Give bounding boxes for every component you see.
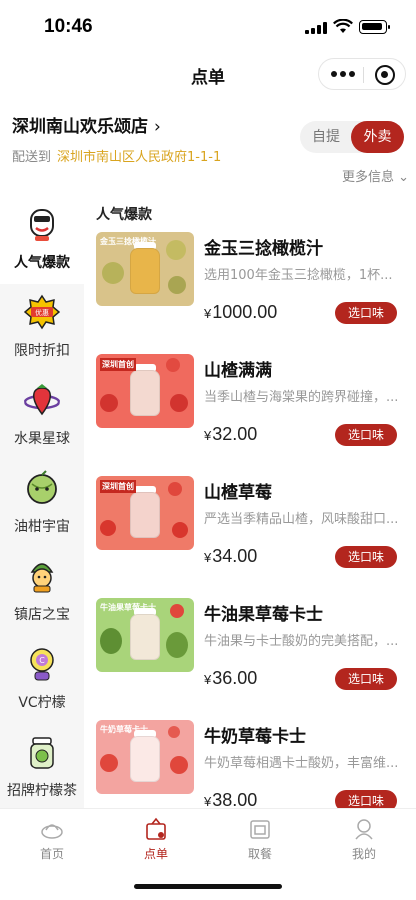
miniprogram-capsule [318, 58, 406, 90]
address-text: 深圳市南山区人民政府1-1-1 [57, 150, 222, 165]
choose-flavor-button[interactable]: 选口味 [335, 546, 397, 568]
product-description: 当季山楂与海棠果的跨界碰撞，... [204, 390, 399, 405]
status-time: 10:46 [44, 16, 93, 37]
product-image: 牛油果草莓卡士 [96, 598, 194, 672]
choose-flavor-button[interactable]: 选口味 [335, 424, 397, 446]
price-value: 34.00 [212, 546, 258, 566]
tab-label: 点单 [143, 847, 168, 861]
product-image-tag: 金玉三捻橄榄汁 [100, 237, 156, 246]
chevron-down-icon: ⌄ [398, 170, 410, 185]
price-value: 32.00 [212, 424, 258, 444]
discount-icon: 优惠 [24, 294, 60, 330]
product-name: 山楂满满 [204, 361, 272, 381]
product-price: ¥36.00 [204, 668, 257, 689]
mode-pickup-button[interactable]: 自提 [300, 121, 352, 153]
vc-lemon-icon: C [30, 648, 54, 681]
product-image: 金玉三捻橄榄汁 [96, 232, 194, 306]
product-description: 选用100年金玉三捻橄榄，1杯... [204, 268, 393, 283]
product-name: 山楂草莓 [204, 483, 272, 503]
section-title: 人气爆款 [96, 207, 152, 223]
close-target-icon[interactable] [375, 65, 395, 85]
currency-symbol: ¥ [204, 672, 212, 687]
battery-icon [359, 20, 390, 34]
tab-label: 我的 [351, 847, 376, 861]
choose-flavor-button[interactable]: 选口味 [335, 668, 397, 690]
price-value: 1000.00 [212, 302, 278, 322]
home-indicator [134, 884, 282, 889]
currency-symbol: ¥ [204, 428, 212, 443]
product-image: 深圳首创 [96, 476, 194, 550]
more-info-label: 更多信息 [342, 170, 395, 185]
category-sidebar: 人气爆款 优惠 限时折扣 水果星球 油柑宇宙 镇店之宝 C VC柠檬 招牌柠檬茶 [0, 196, 84, 808]
currency-symbol: ¥ [204, 550, 212, 565]
cellular-signal-icon [305, 22, 327, 34]
price-value: 38.00 [212, 790, 258, 810]
citrus-icon [27, 470, 57, 504]
sidebar-item-label: 招牌柠檬茶 [7, 783, 77, 799]
choose-flavor-button[interactable]: 选口味 [335, 302, 397, 324]
sidebar-item-label: 限时折扣 [14, 343, 70, 359]
sidebar-item-discount[interactable]: 优惠 限时折扣 [0, 284, 84, 372]
status-bar: 10:46 [0, 0, 416, 54]
sidebar-item-vc-lemon[interactable]: C VC柠檬 [0, 636, 84, 724]
tab-label: 取餐 [247, 847, 272, 861]
home-icon [41, 824, 63, 839]
more-info-link[interactable]: 更多信息 ⌄ [342, 166, 409, 185]
store-name: 深圳南山欢乐颂店 [12, 117, 148, 137]
product-price: ¥34.00 [204, 546, 257, 567]
sidebar-item-label: 油柑宇宙 [14, 519, 70, 535]
delivery-address[interactable]: 配送到 深圳市南山区人民政府1-1-1 [12, 146, 221, 165]
more-options-icon[interactable] [331, 70, 355, 78]
sidebar-item-citrus-universe[interactable]: 油柑宇宙 [0, 460, 84, 548]
product-image-tag: 牛奶草莓卡士 [100, 725, 148, 734]
svg-text:优惠: 优惠 [35, 308, 49, 317]
deliver-label: 配送到 [12, 150, 52, 165]
product-description: 严选当季精品山楂，风味酸甜口... [204, 512, 399, 527]
product-card[interactable]: 牛油果草莓卡士 牛油果草莓卡士 牛油果与卡士酸奶的完美搭配，... ¥36.00… [96, 598, 406, 710]
sidebar-item-store-treasure[interactable]: 镇店之宝 [0, 548, 84, 636]
product-name: 牛油果草莓卡士 [204, 605, 323, 625]
sidebar-item-popular[interactable]: 人气爆款 [0, 196, 84, 284]
price-value: 36.00 [212, 668, 258, 688]
chevron-right-icon: › [154, 117, 161, 137]
popular-icon [30, 209, 54, 241]
order-mode-toggle: 自提 外卖 [300, 121, 404, 153]
sidebar-item-label: VC柠檬 [18, 695, 66, 711]
product-image-tag: 深圳首创 [100, 480, 136, 493]
currency-symbol: ¥ [204, 306, 212, 321]
pickup-icon [250, 820, 270, 839]
product-card[interactable]: 金玉三捻橄榄汁 金玉三捻橄榄汁 选用100年金玉三捻橄榄，1杯... ¥1000… [96, 232, 406, 344]
product-image-tag: 牛油果草莓卡士 [100, 603, 156, 612]
lemon-tea-icon [30, 737, 54, 769]
wifi-icon [333, 19, 353, 33]
sidebar-item-label: 水果星球 [14, 431, 70, 447]
product-card[interactable]: 深圳首创 山楂满满 当季山楂与海棠果的跨界碰撞，... ¥32.00 选口味 [96, 354, 406, 466]
product-price: ¥1000.00 [204, 302, 277, 323]
strawberry-planet-icon [24, 384, 60, 416]
product-price: ¥32.00 [204, 424, 257, 445]
tab-label: 首页 [39, 847, 64, 861]
store-selector[interactable]: 深圳南山欢乐颂店 › [12, 112, 161, 137]
product-name: 金玉三捻橄榄汁 [204, 239, 323, 259]
mode-delivery-button[interactable]: 外卖 [351, 121, 404, 153]
product-image: 深圳首创 [96, 354, 194, 428]
sidebar-item-fruit-planet[interactable]: 水果星球 [0, 372, 84, 460]
order-icon [146, 817, 166, 840]
capsule-divider [363, 67, 364, 83]
product-image-tag: 深圳首创 [100, 358, 136, 371]
product-image: 牛奶草莓卡士 [96, 720, 194, 794]
nav-bar: 点单 [0, 54, 416, 94]
product-description: 牛奶草莓相遇卡士酸奶，丰富维... [204, 756, 399, 771]
sidebar-item-label: 人气爆款 [14, 255, 70, 271]
currency-symbol: ¥ [204, 794, 212, 809]
product-description: 牛油果与卡士酸奶的完美搭配，... [204, 634, 399, 649]
svg-text:C: C [39, 656, 45, 665]
product-card[interactable]: 深圳首创 山楂草莓 严选当季精品山楂，风味酸甜口... ¥34.00 选口味 [96, 476, 406, 588]
sidebar-item-lemon-tea[interactable]: 招牌柠檬茶 [0, 724, 84, 812]
sidebar-item-label: 镇店之宝 [14, 607, 70, 623]
treasure-icon [30, 563, 54, 593]
product-name: 牛奶草莓卡士 [204, 727, 306, 747]
profile-icon [355, 819, 373, 840]
